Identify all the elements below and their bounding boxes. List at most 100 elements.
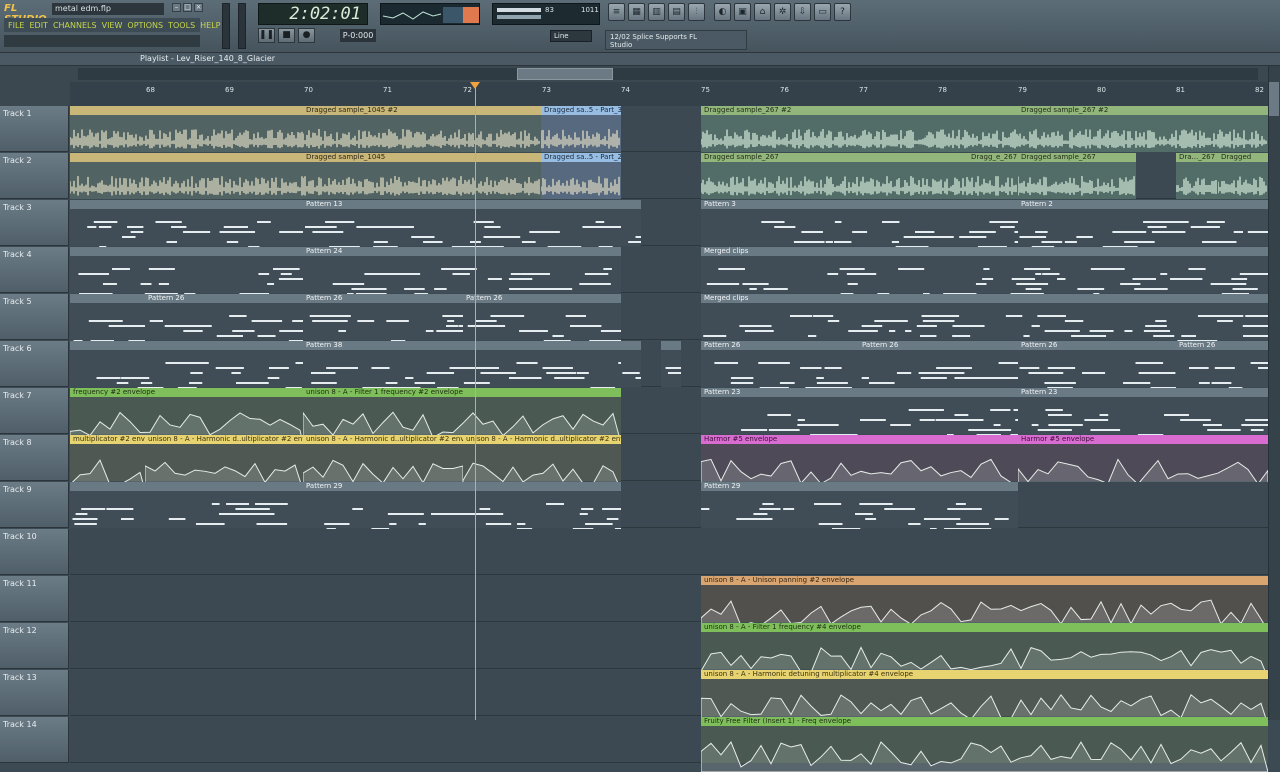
pause-button[interactable]: ❚❚ bbox=[258, 28, 275, 43]
playlist-clip[interactable]: Dragged sa..5 - Part_2 bbox=[541, 153, 621, 199]
playlist-clip[interactable] bbox=[621, 200, 641, 246]
playlist-clip[interactable]: Pattern 29 bbox=[701, 482, 1018, 528]
track-label[interactable]: Track 4 bbox=[0, 247, 69, 293]
track-label[interactable]: Track 3 bbox=[0, 200, 69, 246]
track-label[interactable]: Track 2 bbox=[0, 153, 69, 199]
playlist-clip[interactable]: Pattern 23 bbox=[701, 388, 1018, 434]
playlist-clip[interactable] bbox=[70, 153, 303, 199]
playlist-clip[interactable]: Harmor #5 envelope bbox=[1018, 435, 1268, 481]
cpu-icon[interactable]: ⌂ bbox=[754, 3, 771, 21]
menu-tools[interactable]: TOOLS bbox=[168, 21, 195, 30]
playlist-clip[interactable]: Dragged bbox=[1218, 153, 1268, 199]
track-label[interactable]: Track 11 bbox=[0, 576, 69, 622]
playlist-clip[interactable]: Fruity Free Filter (Insert 1) - Freq env… bbox=[701, 717, 1268, 763]
track-label[interactable]: Track 10 bbox=[0, 529, 69, 575]
track-label[interactable]: Track 7 bbox=[0, 388, 69, 434]
playlist-clip[interactable]: unison 8 - A - Filter 1 frequency #2 env… bbox=[303, 388, 621, 434]
track-label[interactable]: Track 12 bbox=[0, 623, 69, 669]
menu-edit[interactable]: EDIT bbox=[29, 21, 47, 30]
playlist-clip[interactable]: unison 8 - A - Harmonic d..ultiplicator … bbox=[145, 435, 303, 481]
track-label[interactable]: Track 8 bbox=[0, 435, 69, 481]
playlist-clip[interactable]: Dragged sample_267 bbox=[701, 153, 968, 199]
playlist-clip[interactable]: Dragged sample_267 bbox=[1018, 153, 1136, 199]
playhead[interactable] bbox=[475, 82, 476, 720]
mixer-icon[interactable]: ⫶ bbox=[688, 3, 705, 21]
playlist-clip[interactable] bbox=[70, 247, 303, 293]
menu-channels[interactable]: CHANNELS bbox=[53, 21, 97, 30]
horizontal-scrollbar[interactable] bbox=[78, 68, 1258, 80]
playlist-clip[interactable]: Dragged sample_1045 bbox=[303, 153, 541, 199]
piano-roll-icon[interactable]: ▥ bbox=[648, 3, 665, 21]
playlist-clip[interactable]: Pattern 26 bbox=[463, 294, 621, 340]
playlist-clip[interactable] bbox=[661, 341, 681, 387]
track-label[interactable]: Track 13 bbox=[0, 670, 69, 716]
playlist-clip[interactable]: Pattern 38 bbox=[303, 341, 621, 387]
master-pitch-slider[interactable] bbox=[238, 3, 246, 49]
track-lane[interactable] bbox=[70, 529, 1268, 575]
track-label[interactable]: Track 9 bbox=[0, 482, 69, 528]
playlist-clip[interactable]: Pattern 29 bbox=[303, 482, 621, 528]
playlist-clip[interactable]: Pattern 24 bbox=[303, 247, 621, 293]
playlist-clip[interactable]: unison 8 - A - Harmonic d..ultiplicator … bbox=[303, 435, 463, 481]
track-label[interactable]: Track 14 bbox=[0, 717, 69, 763]
render-icon[interactable]: ⇩ bbox=[794, 3, 811, 21]
browser-icon[interactable]: ▤ bbox=[668, 3, 685, 21]
playlist-clip[interactable]: Merged clips bbox=[701, 247, 1268, 293]
track-label[interactable]: Track 5 bbox=[0, 294, 69, 340]
playlist-window-icon[interactable]: ≡ bbox=[608, 3, 625, 21]
playlist-clip[interactable]: Pattern 26 bbox=[859, 341, 1018, 387]
playlist-clip[interactable]: Dragg_e_267 bbox=[968, 153, 1018, 199]
song-time-display[interactable]: 2:02:01 bbox=[258, 3, 368, 25]
playlist-clip[interactable] bbox=[70, 482, 303, 528]
playlist-clip[interactable] bbox=[70, 200, 303, 246]
bar-timeline[interactable] bbox=[70, 82, 1268, 106]
step-sequencer-icon[interactable]: ▦ bbox=[628, 3, 645, 21]
project-filename[interactable]: metal edm.flp bbox=[52, 3, 164, 15]
playlist-clip[interactable]: unison 8 - A - Filter 1 frequency #4 env… bbox=[701, 623, 1268, 669]
playlist-clip[interactable]: Pattern 26 bbox=[145, 294, 303, 340]
playlist-clip[interactable]: Dragged sample_267 #2 bbox=[1018, 106, 1268, 152]
track-label[interactable]: Track 1 bbox=[0, 106, 69, 152]
playlist-clip[interactable]: Pattern 3 bbox=[701, 200, 1018, 246]
master-volume-slider[interactable] bbox=[222, 3, 230, 49]
help-icon[interactable]: ? bbox=[834, 3, 851, 21]
playlist-clip[interactable]: Merged clips bbox=[701, 294, 1268, 340]
track-label[interactable]: Track 6 bbox=[0, 341, 69, 387]
maximize-button[interactable]: □ bbox=[183, 3, 192, 12]
playlist-clip[interactable]: unison 8 - A - Unison panning #2 envelop… bbox=[701, 576, 1268, 622]
playlist-clip[interactable]: Dragged sample_1045 #2 bbox=[303, 106, 541, 152]
pattern-selector[interactable]: P-0:000 bbox=[340, 29, 376, 42]
playlist-clip[interactable]: Pattern 26 bbox=[1176, 341, 1268, 387]
playlist-clip[interactable] bbox=[70, 106, 303, 152]
playlist-clip[interactable]: multiplicator #2 envelope bbox=[70, 435, 145, 481]
snap-selector[interactable]: Line bbox=[550, 30, 592, 42]
playlist-clip[interactable]: Dra..._267 bbox=[1176, 153, 1218, 199]
playlist-clip[interactable]: Dragged sample_267 #2 bbox=[701, 106, 1018, 152]
close-button[interactable]: × bbox=[194, 3, 203, 12]
menu-help[interactable]: HELP bbox=[200, 21, 220, 30]
playlist-clip[interactable]: Pattern 2 bbox=[1018, 200, 1268, 246]
menu-options[interactable]: OPTIONS bbox=[127, 21, 163, 30]
news-hint-panel[interactable]: 12/02 Splice Supports FL Studio bbox=[605, 30, 747, 50]
settings-icon[interactable]: ✲ bbox=[774, 3, 791, 21]
playlist-clip[interactable]: Pattern 26 bbox=[1018, 341, 1176, 387]
playlist-clip[interactable]: unison 8 - A - Harmonic detuning multipl… bbox=[701, 670, 1268, 716]
menu-file[interactable]: FILE bbox=[8, 21, 24, 30]
notes-icon[interactable]: ▭ bbox=[814, 3, 831, 21]
playlist-clip[interactable]: Pattern 26 bbox=[701, 341, 859, 387]
playhead-marker-icon[interactable] bbox=[470, 82, 480, 89]
playlist-clip[interactable] bbox=[621, 341, 641, 387]
playlist-clip[interactable]: Pattern 26 bbox=[303, 294, 463, 340]
tempo-tapper-icon[interactable]: ◐ bbox=[714, 3, 731, 21]
record-button[interactable]: ● bbox=[298, 28, 315, 43]
playlist-clip[interactable] bbox=[70, 341, 303, 387]
playlist-clip[interactable]: Harmor #5 envelope bbox=[701, 435, 1018, 481]
playlist-clip[interactable] bbox=[70, 294, 145, 340]
plugin-picker-icon[interactable]: ▣ bbox=[734, 3, 751, 21]
playlist-clip[interactable]: Pattern 13 bbox=[303, 200, 621, 246]
stop-button[interactable]: ■ bbox=[278, 28, 295, 43]
vertical-scrollbar[interactable] bbox=[1268, 66, 1280, 720]
playlist-clip[interactable]: unison 8 - A - Harmonic d..ultiplicator … bbox=[463, 435, 621, 481]
minimize-button[interactable]: – bbox=[172, 3, 181, 12]
menu-view[interactable]: VIEW bbox=[102, 21, 123, 30]
